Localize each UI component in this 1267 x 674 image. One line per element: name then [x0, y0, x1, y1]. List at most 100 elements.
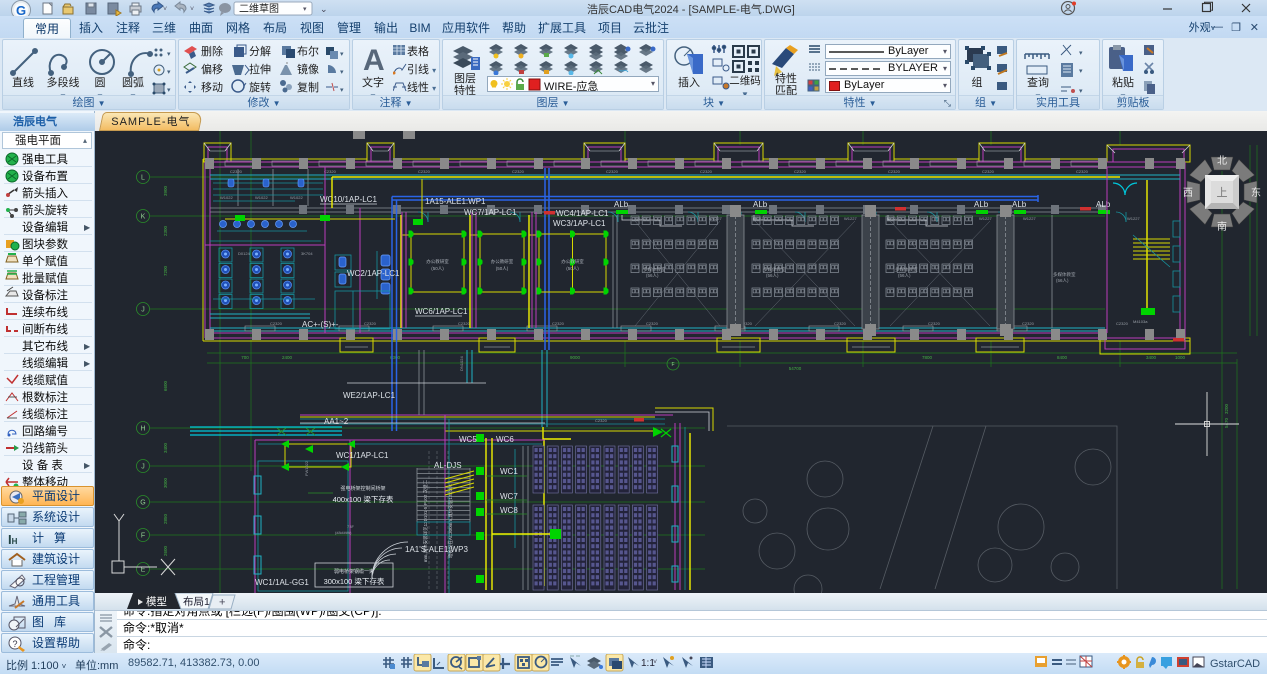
svg-text:W1022: W1022: [290, 195, 303, 200]
svg-text:F: F: [141, 533, 145, 540]
svg-text:H: H: [140, 426, 145, 433]
svg-text:2300: 2300: [163, 225, 168, 236]
svg-text:ALb: ALb: [974, 200, 989, 209]
svg-text:沿线箭头: 沿线箭头: [22, 441, 68, 455]
svg-text:线缆标注: 线缆标注: [22, 407, 68, 421]
svg-text:1A1'S-ALE1:WP3: 1A1'S-ALE1:WP3: [405, 545, 468, 554]
svg-text:400x100 梁下存表: 400x100 梁下存表: [333, 494, 394, 504]
svg-text:(50人): (50人): [431, 266, 444, 271]
svg-text:▶: ▶: [84, 223, 91, 232]
svg-text:3400: 3400: [163, 442, 168, 453]
svg-text:AA1~2: AA1~2: [324, 417, 349, 426]
svg-text:1000: 1000: [1175, 355, 1186, 360]
svg-text:▾: ▾: [1079, 88, 1083, 95]
svg-text:K: K: [141, 214, 146, 221]
svg-text:WC6/1AP-LC1: WC6/1AP-LC1: [415, 307, 468, 316]
svg-text:WE2/1AP-LC1: WE2/1AP-LC1: [343, 391, 396, 400]
svg-text:(56人): (56人): [898, 273, 911, 278]
svg-text:▾: ▾: [340, 69, 344, 76]
svg-text:L: L: [141, 175, 145, 182]
svg-text:W1022: W1022: [255, 195, 268, 200]
svg-text:(56人): (56人): [1056, 278, 1069, 283]
svg-text:二维草图: 二维草图: [239, 2, 279, 15]
svg-text:WC4/1AP-LC1: WC4/1AP-LC1: [556, 209, 609, 218]
svg-text:(50人): (50人): [566, 266, 579, 271]
svg-text:C2320: C2320: [458, 321, 471, 326]
svg-text:700: 700: [241, 355, 249, 360]
svg-text:WC1/1AP-LC1: WC1/1AP-LC1: [336, 451, 389, 460]
svg-text:多媒体教室: 多媒体教室: [643, 266, 666, 273]
svg-text:WC2/1AP-LC1: WC2/1AP-LC1: [347, 269, 400, 278]
svg-text:多媒体教室: 多媒体教室: [895, 266, 918, 273]
svg-text:(50人): (50人): [496, 266, 509, 271]
svg-text:西: 西: [1183, 188, 1193, 199]
svg-text:5470: 5470: [1224, 417, 1229, 428]
svg-text:C2320: C2320: [512, 169, 525, 174]
svg-text:+: +: [219, 597, 225, 609]
svg-text:▾: ▾: [340, 87, 344, 94]
svg-text:D0124: D0124: [238, 251, 251, 256]
svg-text:W1022: W1022: [220, 195, 233, 200]
svg-text:GstarCAD: GstarCAD: [1210, 658, 1260, 670]
svg-text:C2320: C2320: [1022, 321, 1035, 326]
svg-text:设备布置: 设备布置: [22, 169, 68, 183]
svg-text:强电工具: 强电工具: [22, 153, 68, 166]
svg-text:1A15-ALE1:WP1: 1A15-ALE1:WP1: [425, 197, 486, 206]
svg-text:54700: 54700: [789, 366, 802, 371]
svg-text:▶: ▶: [84, 461, 91, 470]
svg-text:˅: ˅: [653, 659, 657, 666]
svg-text:线缆编辑: 线缆编辑: [22, 356, 68, 370]
svg-text:南: 南: [1217, 220, 1227, 233]
svg-text:C2320: C2320: [888, 169, 901, 174]
svg-text:FW1022: FW1022: [304, 460, 309, 476]
svg-text:9000: 9000: [570, 355, 581, 360]
svg-text:图块参数: 图块参数: [22, 237, 68, 251]
svg-text:WC10/1AP-LC1: WC10/1AP-LC1: [320, 195, 377, 204]
svg-text:强电桥架控制间桥架: 强电桥架控制间桥架: [340, 485, 385, 492]
svg-text:设 备 表: 设 备 表: [22, 458, 63, 472]
svg-text:弱电桥架钢缆一束: 弱电桥架钢缆一束: [334, 568, 374, 575]
svg-text:F: F: [671, 362, 674, 368]
svg-text:˅: ˅: [163, 6, 167, 13]
svg-text:▾: ▾: [1079, 50, 1083, 57]
svg-text:6600: 6600: [163, 380, 168, 391]
svg-text:C2320: C2320: [230, 169, 243, 174]
svg-text:▾: ▾: [1079, 68, 1083, 75]
svg-text:(#A####): (#A####): [335, 530, 352, 535]
svg-text:箭头旋转: 箭头旋转: [22, 203, 68, 217]
svg-text:办公教研室: 办公教研室: [426, 258, 449, 265]
svg-text:多媒体教室: 多媒体教室: [763, 266, 786, 273]
svg-text:ALb: ALb: [614, 200, 629, 209]
svg-text:▾: ▾: [167, 51, 171, 58]
svg-text:⌄: ⌄: [320, 4, 328, 14]
svg-text:WC1/1AL-GG1: WC1/1AL-GG1: [255, 578, 309, 587]
svg-text:7200: 7200: [163, 265, 168, 276]
svg-text:J: J: [141, 307, 145, 314]
svg-text:8400: 8400: [1057, 355, 1068, 360]
svg-text:回路编号: 回路编号: [22, 424, 68, 438]
svg-text:3200: 3200: [1224, 403, 1229, 414]
svg-text:WC1: WC1: [500, 467, 518, 476]
svg-text:ALb: ALb: [1012, 200, 1027, 209]
svg-text:73F: 73F: [347, 524, 354, 529]
svg-text:IH: IH: [8, 532, 18, 547]
svg-text:根数标注: 根数标注: [22, 390, 68, 404]
svg-text:办公教研室: 办公教研室: [561, 258, 584, 265]
svg-text:▾: ▾: [167, 87, 171, 94]
svg-text:▾: ▾: [340, 51, 344, 58]
svg-text:WC6: WC6: [496, 435, 514, 444]
svg-text:WC7/1AP-LC1: WC7/1AP-LC1: [464, 208, 517, 217]
svg-text:W1227: W1227: [709, 216, 722, 221]
svg-text:3900: 3900: [163, 185, 168, 196]
svg-text:AL-DJS: AL-DJS: [434, 461, 462, 470]
svg-text:C2320: C2320: [418, 169, 431, 174]
svg-text:C2320: C2320: [364, 321, 377, 326]
svg-text:箭头插入: 箭头插入: [22, 186, 68, 200]
svg-text:批量赋值: 批量赋值: [22, 271, 68, 285]
svg-text:C2320: C2320: [1076, 169, 1089, 174]
svg-text:WC3/1AP-LC1: WC3/1AP-LC1: [553, 219, 606, 228]
svg-text:设备编辑: 设备编辑: [22, 220, 68, 234]
svg-text:C2320: C2320: [552, 321, 565, 326]
svg-text:C2320: C2320: [1116, 321, 1129, 326]
svg-text:C2320: C2320: [324, 169, 337, 174]
